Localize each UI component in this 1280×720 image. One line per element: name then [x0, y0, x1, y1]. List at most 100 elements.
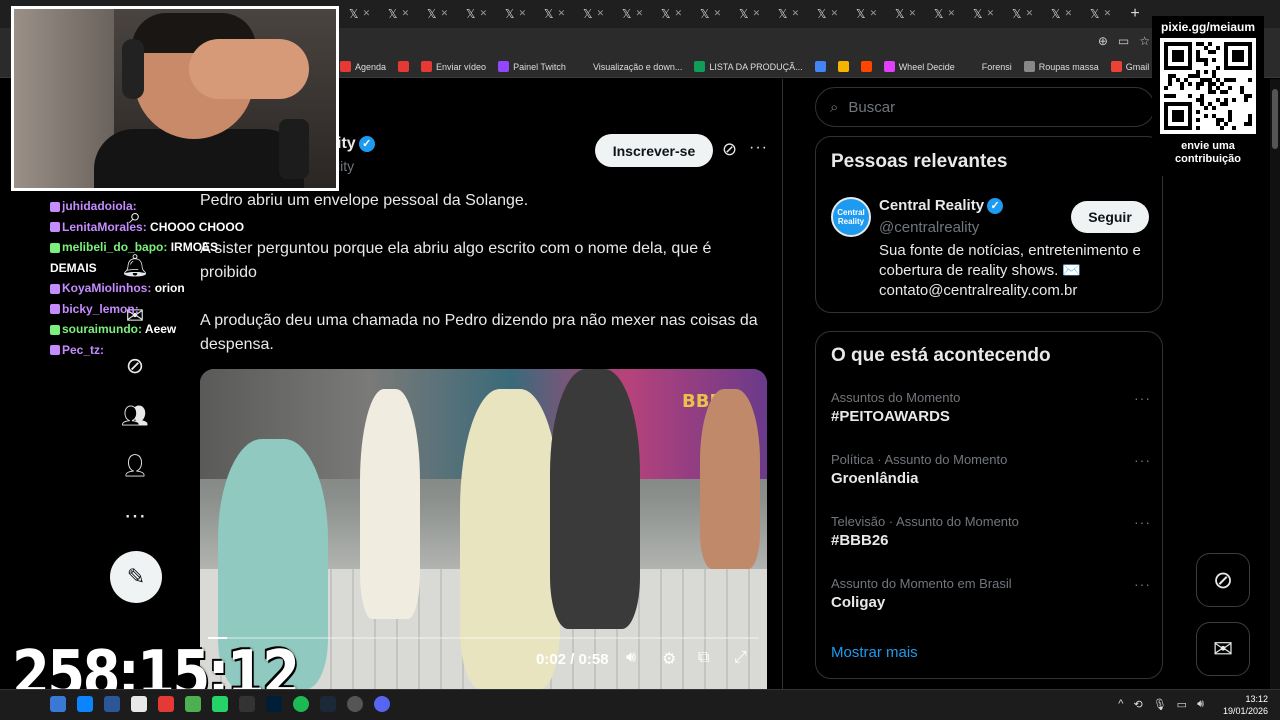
browser-tab[interactable]: 𝕏 ✕ [1081, 2, 1120, 26]
account-name[interactable]: ity ✓ [337, 135, 375, 153]
search-input[interactable]: ⌕ Buscar [815, 87, 1155, 127]
bookmark-item[interactable]: Wheel Decide [883, 61, 955, 72]
bookmark-item[interactable]: LISTA DA PRODUÇÃ... [694, 61, 803, 72]
page-scrollbar[interactable] [1270, 79, 1280, 689]
browser-tab[interactable]: 𝕏 ✕ [457, 2, 496, 26]
close-tab-icon[interactable]: ✕ [753, 9, 761, 19]
app-icon[interactable] [347, 696, 363, 712]
zoom-icon[interactable]: ⊕ [1098, 34, 1108, 48]
trend-more-icon[interactable]: ··· [1134, 390, 1151, 406]
steam-icon[interactable] [320, 696, 336, 712]
browser-tab[interactable]: 𝕏 ✕ [847, 2, 886, 26]
trend-more-icon[interactable]: ··· [1134, 514, 1151, 530]
browser-tab[interactable]: 𝕏 ✕ [418, 2, 457, 26]
browser-tab[interactable]: 𝕏 ✕ [379, 2, 418, 26]
bookmark-item[interactable] [814, 61, 826, 72]
windows-start-icon[interactable] [50, 696, 66, 712]
grok-icon[interactable]: ⊘ [722, 139, 737, 160]
close-tab-icon[interactable]: ✕ [1065, 9, 1073, 19]
star-icon[interactable]: ☆ [1139, 34, 1150, 48]
bookmark-item[interactable] [860, 61, 872, 72]
browser-tab[interactable]: 𝕏 ✕ [964, 2, 1003, 26]
subscribe-button[interactable]: Inscrever-se [595, 134, 713, 167]
display-icon[interactable]: ▭ [1177, 698, 1187, 711]
close-tab-icon[interactable]: ✕ [948, 9, 956, 19]
show-more-link[interactable]: Mostrar mais [831, 644, 918, 661]
close-tab-icon[interactable]: ✕ [831, 9, 839, 19]
close-tab-icon[interactable]: ✕ [714, 9, 722, 19]
close-tab-icon[interactable]: ✕ [441, 9, 449, 19]
browser-tab[interactable]: 𝕏 ✕ [730, 2, 769, 26]
bookmark-item[interactable] [398, 61, 410, 72]
volume-icon[interactable]: 🔊︎ [1197, 698, 1204, 711]
network-icon[interactable]: ⟲ [1133, 698, 1142, 711]
browser-tab[interactable]: 𝕏 ✕ [886, 2, 925, 26]
more-nav-icon[interactable]: ⋯ [120, 501, 150, 531]
photoshop-icon[interactable] [266, 696, 282, 712]
browser-tab[interactable]: 𝕏 ✕ [925, 2, 964, 26]
browser-tab[interactable]: 𝕏 ✕ [340, 2, 379, 26]
fullscreen-icon[interactable]: ⤢ [734, 649, 747, 667]
scrollbar-thumb[interactable] [1272, 89, 1278, 149]
volume-icon[interactable]: 🔊︎ [626, 649, 636, 667]
avatar[interactable]: Central Reality [831, 197, 871, 237]
tray-chevron-icon[interactable]: ^ [1118, 698, 1123, 711]
discord-icon[interactable] [374, 696, 390, 712]
app-icon[interactable] [104, 696, 120, 712]
bookmark-item[interactable]: Visualização e down... [578, 61, 682, 72]
trend-item[interactable]: Política · Assunto do Momento Groenlândi… [831, 452, 1151, 487]
close-tab-icon[interactable]: ✕ [909, 9, 917, 19]
browser-tab[interactable]: 𝕏 ✕ [1042, 2, 1081, 26]
browser-tab[interactable]: 𝕏 ✕ [574, 2, 613, 26]
close-tab-icon[interactable]: ✕ [363, 9, 371, 19]
more-options-icon[interactable]: ··· [749, 139, 768, 157]
new-tab-button[interactable]: + [1120, 5, 1150, 23]
bookmark-item[interactable]: Roupas massa [1023, 61, 1099, 72]
close-tab-icon[interactable]: ✕ [519, 9, 527, 19]
whatsapp-icon[interactable] [212, 696, 228, 712]
cast-icon[interactable]: ▭ [1118, 34, 1129, 48]
close-tab-icon[interactable]: ✕ [987, 9, 995, 19]
taskbar-clock[interactable]: 13:12 19/01/2026 [1223, 693, 1268, 717]
browser-tab[interactable]: 𝕏 ✕ [1003, 2, 1042, 26]
bookmark-item[interactable]: Forensi [967, 61, 1012, 72]
pip-icon[interactable]: ⧉ [698, 649, 709, 667]
bookmark-item[interactable]: Painel Twitch [498, 61, 566, 72]
close-tab-icon[interactable]: ✕ [597, 9, 605, 19]
grok-float-button[interactable]: ⊘ [1196, 553, 1250, 607]
close-tab-icon[interactable]: ✕ [636, 9, 644, 19]
close-tab-icon[interactable]: ✕ [1026, 9, 1034, 19]
settings-icon[interactable]: ⚙ [662, 649, 676, 669]
trend-item[interactable]: Assunto do Momento em Brasil Coligay ··· [831, 576, 1151, 611]
bookmark-item[interactable]: Enviar vídeo [421, 61, 486, 72]
relevant-person-name[interactable]: Central Reality ✓ [879, 197, 1004, 215]
browser-tab[interactable]: 𝕏 ✕ [691, 2, 730, 26]
chrome-icon[interactable] [185, 696, 201, 712]
close-tab-icon[interactable]: ✕ [1104, 9, 1112, 19]
edge-icon[interactable] [77, 696, 93, 712]
browser-tab[interactable]: 𝕏 ✕ [496, 2, 535, 26]
trend-more-icon[interactable]: ··· [1134, 576, 1151, 592]
communities-nav-icon[interactable]: 👥︎ [120, 401, 150, 431]
close-tab-icon[interactable]: ✕ [402, 9, 410, 19]
app-icon[interactable] [158, 696, 174, 712]
close-tab-icon[interactable]: ✕ [870, 9, 878, 19]
trend-item[interactable]: Televisão · Assunto do Momento #BBB26 ··… [831, 514, 1151, 549]
post-button[interactable]: ✎ [110, 551, 162, 603]
app-icon[interactable] [239, 696, 255, 712]
bookmark-item[interactable] [837, 61, 849, 72]
browser-tab[interactable]: 𝕏 ✕ [769, 2, 808, 26]
bookmark-item[interactable]: Agenda [340, 61, 386, 72]
close-tab-icon[interactable]: ✕ [480, 9, 488, 19]
browser-tab[interactable]: 𝕏 ✕ [535, 2, 574, 26]
browser-tab[interactable]: 𝕏 ✕ [652, 2, 691, 26]
close-tab-icon[interactable]: ✕ [792, 9, 800, 19]
bookmark-item[interactable]: Gmail [1110, 61, 1149, 72]
close-tab-icon[interactable]: ✕ [675, 9, 683, 19]
messages-float-button[interactable]: ✉︎ [1196, 622, 1250, 676]
close-tab-icon[interactable]: ✕ [558, 9, 566, 19]
browser-tab[interactable]: 𝕏 ✕ [613, 2, 652, 26]
trend-item[interactable]: Assuntos do Momento #PEITOAWARDS ··· [831, 390, 1151, 425]
app-icon[interactable] [131, 696, 147, 712]
browser-tab[interactable]: 𝕏 ✕ [808, 2, 847, 26]
